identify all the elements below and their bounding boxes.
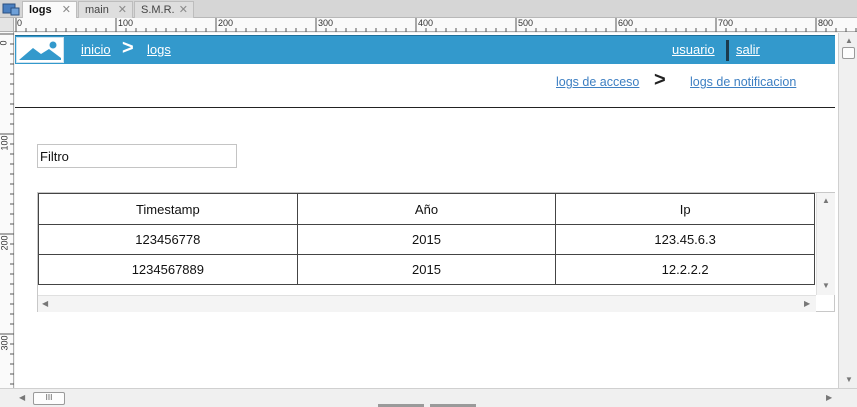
- scroll-left-icon[interactable]: ◀: [42, 299, 48, 308]
- tab-label: logs: [29, 4, 52, 16]
- divider-line: [15, 107, 835, 108]
- canvas-horizontal-scrollbar[interactable]: ◀ III ▶: [0, 388, 857, 407]
- nav-link-usuario[interactable]: usuario: [672, 42, 715, 57]
- scrollbar-thumb[interactable]: [842, 47, 855, 59]
- table-horizontal-scrollbar[interactable]: ◀ ▶: [38, 295, 816, 312]
- scroll-up-icon[interactable]: ▲: [822, 196, 830, 205]
- close-icon[interactable]: ✕: [179, 2, 188, 18]
- link-logs-de-acceso[interactable]: logs de acceso: [556, 75, 639, 89]
- subnav-separator: >: [654, 69, 666, 91]
- table-row[interactable]: 123456778 2015 123.45.6.3: [38, 224, 815, 255]
- column-header-timestamp[interactable]: Timestamp: [38, 193, 298, 225]
- ruler-label: 200: [218, 18, 234, 28]
- tab-label: S.M.R.: [141, 4, 175, 16]
- nav-link-salir[interactable]: salir: [736, 42, 760, 57]
- logs-table: Timestamp Año Ip 123456778 2015 123.45.6…: [37, 192, 835, 312]
- scroll-right-icon[interactable]: ▶: [826, 393, 832, 402]
- tab-logs[interactable]: logs ✕: [22, 1, 77, 18]
- table-cell: 12.2.2.2: [555, 254, 815, 285]
- table-cell: 1234567889: [38, 254, 298, 285]
- scroll-left-icon[interactable]: ◀: [19, 393, 25, 402]
- tab-smr[interactable]: S.M.R. ✕: [134, 1, 194, 18]
- ruler-label: 100: [0, 135, 10, 151]
- table-header-row: Timestamp Año Ip: [38, 193, 815, 225]
- ruler-label: 100: [118, 18, 134, 28]
- scroll-down-icon[interactable]: ▼: [822, 281, 830, 290]
- nav-divider: [726, 40, 729, 61]
- scrollbar-thumb[interactable]: III: [33, 392, 65, 405]
- ruler-label: 0: [0, 40, 9, 45]
- column-header-ano[interactable]: Año: [296, 193, 557, 225]
- nav-link-logs[interactable]: logs: [147, 42, 171, 57]
- ruler-label: 300: [0, 335, 10, 351]
- ruler-label: 800: [818, 18, 834, 28]
- link-logs-de-notificacion[interactable]: logs de notificacion: [690, 75, 796, 89]
- ruler-label: 0: [17, 18, 23, 28]
- vertical-ruler: 0 100 200 300: [0, 32, 14, 388]
- close-icon[interactable]: ✕: [62, 2, 71, 18]
- logo-image-placeholder: [16, 37, 64, 63]
- column-header-ip[interactable]: Ip: [555, 193, 815, 225]
- horizontal-ruler: 0 100 200 300 400 500 600 700 800: [14, 18, 857, 32]
- app-icon: [2, 3, 20, 16]
- tab-bar: logs ✕ main ✕ S.M.R. ✕: [0, 0, 857, 18]
- nav-link-inicio[interactable]: inicio: [81, 42, 111, 57]
- close-icon[interactable]: ✕: [118, 2, 127, 18]
- table-vertical-scrollbar[interactable]: ▲ ▼: [816, 193, 835, 295]
- tab-label: main: [85, 4, 109, 16]
- scroll-right-icon[interactable]: ▶: [804, 299, 810, 308]
- top-navbar: inicio > logs usuario salir: [15, 35, 835, 64]
- table-cell: 123456778: [38, 224, 298, 255]
- ruler-label: 600: [618, 18, 634, 28]
- table-row[interactable]: 1234567889 2015 12.2.2.2: [38, 254, 815, 285]
- scroll-up-icon[interactable]: ▲: [845, 36, 853, 45]
- image-icon: [19, 41, 61, 60]
- ruler-label: 500: [518, 18, 534, 28]
- filter-input[interactable]: [37, 144, 237, 168]
- tab-main[interactable]: main ✕: [78, 1, 133, 18]
- table-cell: 2015: [296, 224, 557, 255]
- canvas-vertical-scrollbar[interactable]: ▲ ▼: [838, 33, 857, 388]
- ruler-label: 400: [418, 18, 434, 28]
- ruler-label: 300: [318, 18, 334, 28]
- breadcrumb-separator: >: [122, 37, 134, 59]
- ruler-corner: [0, 18, 14, 32]
- scroll-down-icon[interactable]: ▼: [845, 375, 853, 384]
- table-cell: 2015: [296, 254, 557, 285]
- table-cell: 123.45.6.3: [555, 224, 815, 255]
- ruler-label: 200: [0, 235, 10, 251]
- ruler-label: 700: [718, 18, 734, 28]
- design-canvas: inicio > logs usuario salir logs de acce…: [15, 33, 838, 388]
- table: Timestamp Año Ip 123456778 2015 123.45.6…: [38, 193, 815, 285]
